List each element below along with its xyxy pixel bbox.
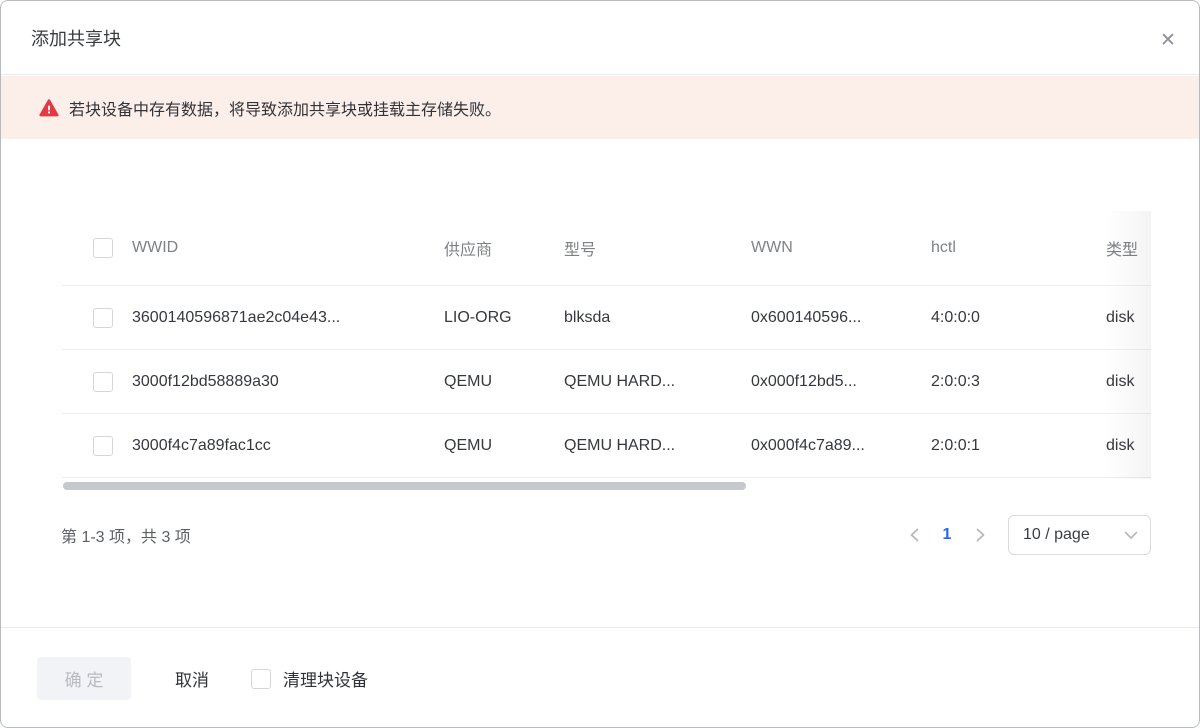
cleanup-checkbox-group: 清理块设备 — [251, 666, 368, 691]
column-header-wwn: WWN — [751, 239, 931, 257]
column-header-hctl: hctl — [931, 239, 1106, 257]
close-icon[interactable]: ✕ — [1155, 27, 1181, 53]
column-header-wwid: WWID — [132, 239, 444, 257]
cell-wwid: 3600140596871ae2c04e43... — [132, 309, 444, 327]
cell-wwid: 3000f12bd58889a30 — [132, 373, 444, 391]
cell-type: disk — [1106, 437, 1151, 455]
dialog-title: 添加共享块 — [31, 25, 121, 51]
row-checkbox[interactable] — [93, 372, 113, 392]
cell-hctl: 2:0:0:3 — [931, 373, 1106, 391]
cell-wwid: 3000f4c7a89fac1cc — [132, 437, 444, 455]
cell-hctl: 2:0:0:1 — [931, 437, 1106, 455]
horizontal-scrollbar — [61, 481, 1151, 491]
page-size-value: 10 / page — [1023, 526, 1090, 544]
row-select-cell — [61, 308, 132, 328]
next-page-button[interactable] — [966, 521, 994, 549]
cell-model: blksda — [564, 309, 751, 327]
warning-alert: 若块设备中存有数据，将导致添加共享块或挂载主存储失败。 — [1, 76, 1199, 139]
row-checkbox[interactable] — [93, 436, 113, 456]
table-row[interactable]: 3000f12bd58889a30 QEMU QEMU HARD... 0x00… — [61, 350, 1151, 414]
pagination-controls: 1 10 / page — [900, 515, 1151, 555]
add-shared-block-dialog: 添加共享块 ✕ 若块设备中存有数据，将导致添加共享块或挂载主存储失败。 WWID… — [0, 0, 1200, 728]
cancel-button[interactable]: 取消 — [175, 666, 209, 691]
chevron-right-icon — [975, 528, 986, 542]
column-header-type: 类型 — [1106, 236, 1151, 260]
device-table: WWID 供应商 型号 WWN hctl 类型 3600140596871ae2… — [61, 211, 1151, 479]
table-body: 3600140596871ae2c04e43... LIO-ORG blksda… — [61, 286, 1151, 478]
warning-triangle-icon — [39, 98, 59, 118]
table-row[interactable]: 3600140596871ae2c04e43... LIO-ORG blksda… — [61, 286, 1151, 350]
cell-vendor: QEMU — [444, 373, 564, 391]
page-number-current[interactable]: 1 — [932, 520, 962, 550]
cell-wwn: 0x000f12bd5... — [751, 373, 931, 391]
cell-wwn: 0x600140596... — [751, 309, 931, 327]
cell-vendor: QEMU — [444, 437, 564, 455]
row-checkbox[interactable] — [93, 308, 113, 328]
cell-wwn: 0x000f4c7a89... — [751, 437, 931, 455]
cell-hctl: 4:0:0:0 — [931, 309, 1106, 327]
page-size-select[interactable]: 10 / page — [1008, 515, 1151, 555]
row-select-cell — [61, 436, 132, 456]
select-all-cell — [61, 238, 132, 258]
table-header-row: WWID 供应商 型号 WWN hctl 类型 — [61, 211, 1151, 286]
cleanup-checkbox-label: 清理块设备 — [283, 666, 368, 691]
alert-message: 若块设备中存有数据，将导致添加共享块或挂载主存储失败。 — [69, 96, 501, 120]
cell-model: QEMU HARD... — [564, 437, 751, 455]
select-all-checkbox[interactable] — [93, 238, 113, 258]
prev-page-button[interactable] — [900, 521, 928, 549]
dialog-footer: 确 定 取消 清理块设备 — [1, 627, 1199, 728]
cell-type: disk — [1106, 373, 1151, 391]
table-row[interactable]: 3000f4c7a89fac1cc QEMU QEMU HARD... 0x00… — [61, 414, 1151, 478]
horizontal-scrollbar-thumb[interactable] — [63, 482, 746, 490]
chevron-left-icon — [909, 528, 920, 542]
column-header-vendor: 供应商 — [444, 236, 564, 260]
pagination-summary: 第 1-3 项，共 3 项 — [61, 523, 191, 547]
chevron-down-icon — [1124, 531, 1138, 540]
dialog-header: 添加共享块 ✕ — [1, 1, 1199, 75]
cell-model: QEMU HARD... — [564, 373, 751, 391]
row-select-cell — [61, 372, 132, 392]
cleanup-checkbox[interactable] — [251, 669, 271, 689]
cell-vendor: LIO-ORG — [444, 309, 564, 327]
column-header-model: 型号 — [564, 236, 751, 260]
cell-type: disk — [1106, 309, 1151, 327]
pagination-bar: 第 1-3 项，共 3 项 1 10 / page — [61, 509, 1151, 561]
ok-button[interactable]: 确 定 — [37, 657, 131, 700]
